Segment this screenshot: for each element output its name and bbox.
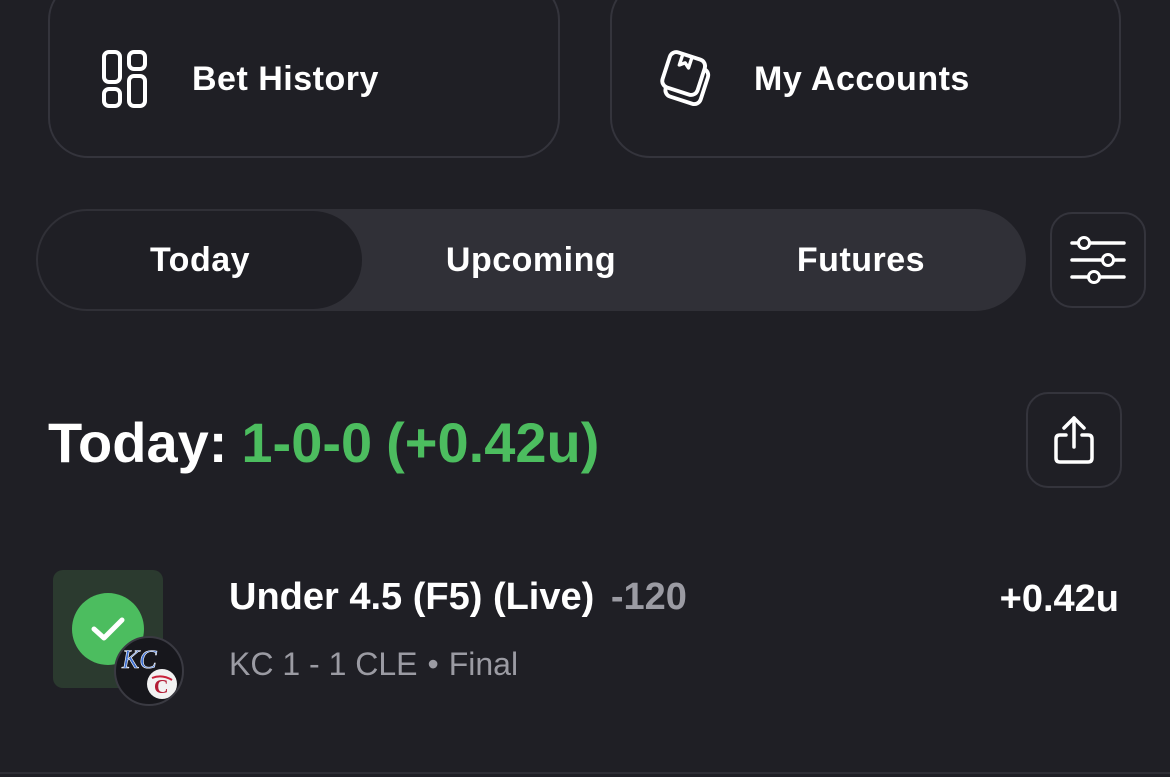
- tab-today[interactable]: Today: [38, 211, 362, 309]
- bet-history-label: Bet History: [192, 59, 379, 98]
- game-score: KC 1 - 1 CLE: [229, 646, 418, 682]
- tab-upcoming[interactable]: Upcoming: [366, 209, 696, 311]
- team-logos-icon: KC C: [114, 636, 184, 706]
- my-accounts-label: My Accounts: [754, 59, 970, 98]
- stacked-cards-icon: [658, 47, 718, 111]
- bet-title: Under 4.5 (F5) (Live) -120: [229, 576, 687, 619]
- my-accounts-button[interactable]: My Accounts: [610, 0, 1121, 158]
- separator-dot: •: [427, 646, 439, 682]
- share-icon: [1054, 416, 1094, 464]
- summary-record: 1-0-0: [241, 410, 373, 474]
- bet-description: Under 4.5 (F5) (Live): [229, 576, 595, 618]
- summary-units: (+0.42u): [386, 410, 600, 474]
- divider: [0, 772, 1170, 774]
- share-button[interactable]: [1026, 392, 1122, 488]
- sliders-icon: [1070, 236, 1126, 284]
- bet-game-info: KC 1 - 1 CLE • Final: [229, 646, 518, 683]
- filter-button[interactable]: [1050, 212, 1146, 308]
- tab-futures[interactable]: Futures: [696, 209, 1026, 311]
- summary-label: Today:: [48, 410, 228, 474]
- svg-text:KC: KC: [121, 645, 157, 674]
- bet-list-item[interactable]: KC C Under 4.5 (F5) (Live) -120 KC 1 - 1…: [0, 560, 1170, 720]
- bet-odds: -120: [610, 576, 687, 618]
- bet-result: +0.42u: [999, 578, 1119, 620]
- bet-history-button[interactable]: Bet History: [48, 0, 560, 158]
- daily-summary: Today: 1-0-0 (+0.42u): [48, 400, 599, 484]
- time-filter-tabs: Today Upcoming Futures: [36, 209, 1026, 311]
- svg-text:C: C: [154, 676, 168, 698]
- bets-screen: Bet History My Accounts Today Upcoming F…: [0, 0, 1170, 777]
- grid-layout-icon: [96, 47, 156, 111]
- game-status: Final: [448, 646, 519, 682]
